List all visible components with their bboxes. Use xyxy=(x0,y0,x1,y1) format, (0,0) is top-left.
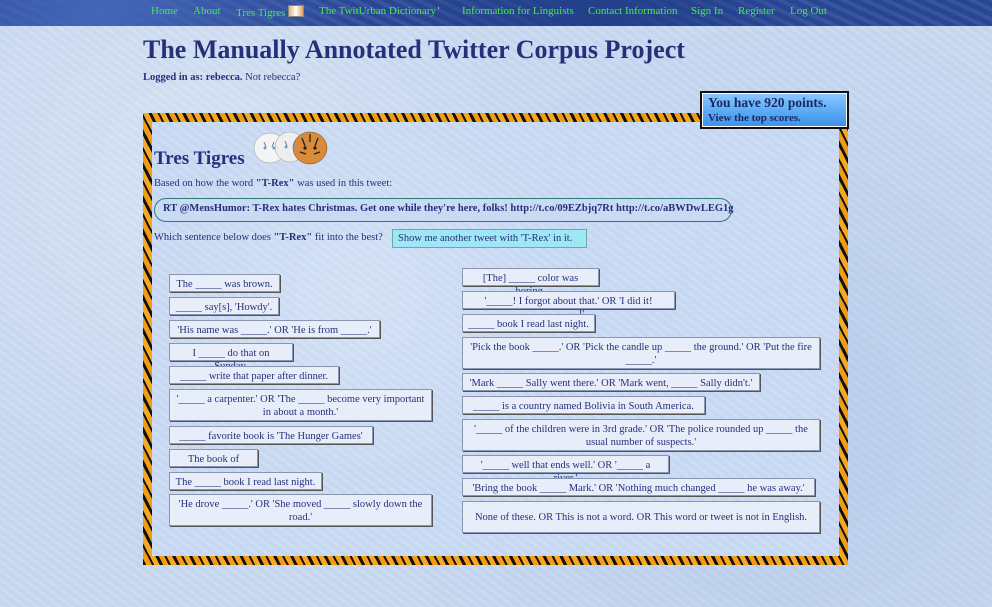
answer-button[interactable]: _____ write that paper after dinner. xyxy=(169,366,339,384)
based-on-suffix: was used in this tweet: xyxy=(294,178,393,189)
target-word: "T-Rex" xyxy=(255,178,295,189)
answer-button[interactable]: _____ book I read last night. xyxy=(462,314,595,332)
answer-button[interactable]: I _____ do that on Sunday. xyxy=(169,343,293,372)
answer-button[interactable]: '_____ of the children were in 3rd grade… xyxy=(462,419,820,451)
answer-button[interactable]: 'He drove _____.' OR 'She moved _____ sl… xyxy=(169,494,432,526)
nav-dictionary[interactable]: The TwitUrban Dictionary ⁱ xyxy=(319,5,439,17)
another-tweet-button[interactable]: Show me another tweet with 'T-Rex' in it… xyxy=(392,229,587,248)
which-sentence-text: Which sentence below does "T-Rex" fit in… xyxy=(154,232,383,243)
answer-button[interactable]: The book of _____. xyxy=(169,449,258,478)
based-on-text: Based on how the word "T-Rex" was used i… xyxy=(154,178,392,189)
answer-button[interactable]: '_____ a carpenter.' OR 'The _____ becom… xyxy=(169,389,432,421)
login-status: Logged in as: rebecca. Not rebecca? xyxy=(143,72,300,83)
nav-home[interactable]: Home xyxy=(151,5,178,17)
top-scores-link[interactable]: View the top scores. xyxy=(708,111,841,125)
tiger-cubs-image xyxy=(253,131,328,165)
logged-in-label: Logged in as: rebecca. xyxy=(143,72,243,83)
info-icon: ⁱ xyxy=(437,5,440,14)
based-on-prefix: Based on how the word xyxy=(154,178,256,189)
answer-button[interactable]: 'Bring the book _____ Mark.' OR 'Nothing… xyxy=(462,478,815,496)
answer-button[interactable]: The _____ was brown. xyxy=(169,274,280,292)
nav-tres-tigres-label: Tres Tigres xyxy=(236,7,286,19)
which-prefix: Which sentence below does xyxy=(154,232,274,243)
answer-button[interactable]: _____ is a country named Bolivia in Sout… xyxy=(462,396,705,414)
game-title: Tres Tigres xyxy=(154,148,245,169)
not-user-link[interactable]: Not rebecca? xyxy=(245,72,300,83)
nav-dictionary-label: The TwitUrban Dictionary xyxy=(319,5,436,17)
answer-button[interactable]: _____ say[s], 'Howdy'. xyxy=(169,297,279,315)
nav-sign-in[interactable]: Sign In xyxy=(691,5,723,17)
answer-button[interactable]: 'Pick the book _____.' OR 'Pick the cand… xyxy=(462,337,820,369)
points-text: You have 920 points. xyxy=(708,95,827,110)
points-box: You have 920 points. View the top scores… xyxy=(700,91,849,129)
page-title: The Manually Annotated Twitter Corpus Pr… xyxy=(143,35,685,64)
answer-button[interactable]: '_____! I forgot about that.' OR 'I did … xyxy=(462,291,675,320)
nav-register[interactable]: Register xyxy=(738,5,775,17)
answer-button[interactable]: 'Mark _____ Sally went there.' OR 'Mark … xyxy=(462,373,760,391)
nav-contact[interactable]: Contact Information xyxy=(588,5,678,17)
answer-button[interactable]: None of these. OR This is not a word. OR… xyxy=(462,501,820,533)
answer-button[interactable]: The _____ book I read last night. xyxy=(169,472,322,490)
tiger-icon xyxy=(288,5,305,17)
nav-log-out[interactable]: Log Out xyxy=(790,5,827,17)
nav-about[interactable]: About xyxy=(193,5,221,17)
answer-button[interactable]: _____ favorite book is 'The Hunger Games… xyxy=(169,426,373,444)
tweet-box: RT @MensHumor: T-Rex hates Christmas. Ge… xyxy=(154,198,734,222)
answer-button[interactable]: 'His name was _____.' OR 'He is from ___… xyxy=(169,320,380,338)
nav-linguists[interactable]: Information for Linguists xyxy=(462,5,574,17)
answer-button[interactable]: '_____ well that ends well.' OR '_____ a… xyxy=(462,455,669,484)
target-word-2: "T-Rex" xyxy=(273,232,313,243)
answer-button[interactable]: [The] _____ color was boring. xyxy=(462,268,599,297)
nav-tres-tigres[interactable]: Tres Tigres xyxy=(236,5,305,19)
top-nav: Home About Tres Tigres The TwitUrban Dic… xyxy=(0,0,992,26)
which-suffix: fit into the best? xyxy=(312,232,383,243)
